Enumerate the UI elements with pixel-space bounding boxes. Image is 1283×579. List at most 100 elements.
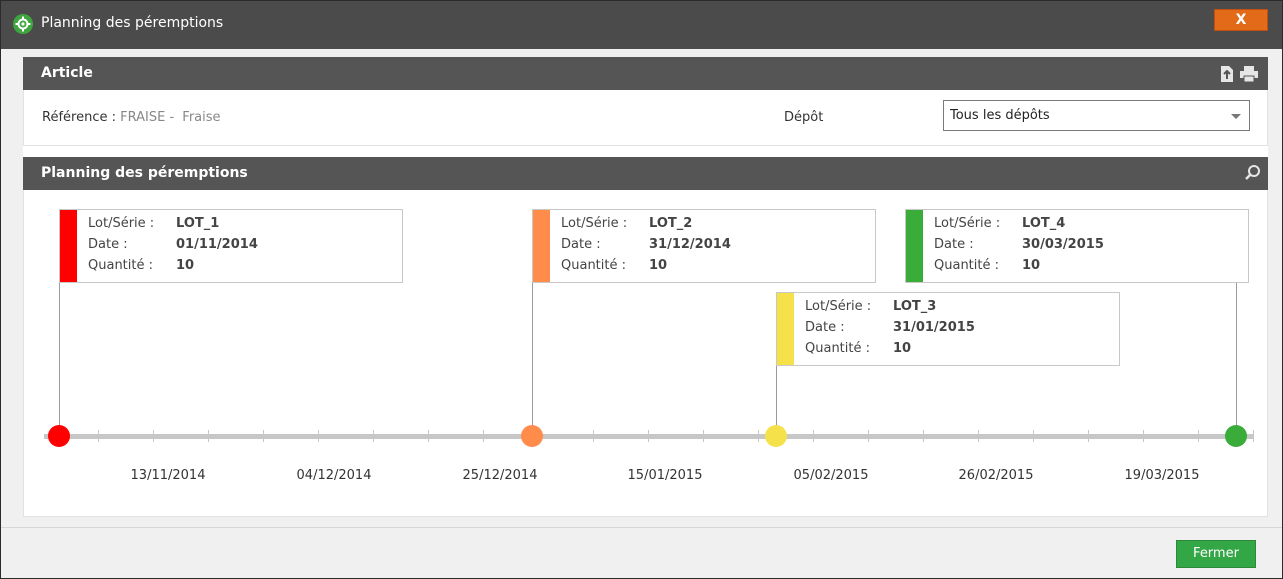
connector-lot-2: [532, 283, 533, 427]
timeline-tick: [373, 430, 374, 442]
axis-date-label: 04/12/2014: [296, 468, 372, 483]
timeline-tick: [978, 430, 979, 442]
dialog-footer: Fermer: [1, 527, 1282, 578]
timeline-tick: [868, 430, 869, 442]
date-row: Date : 31/12/2014: [561, 237, 731, 255]
qty-value: 10: [176, 258, 195, 273]
reference-code: FRAISE: [120, 110, 166, 125]
qty-row: Quantité : 10: [561, 258, 667, 276]
close-window-button[interactable]: X: [1214, 9, 1268, 31]
reference-separator: -: [169, 110, 175, 125]
axis-date-label: 13/11/2014: [130, 468, 206, 483]
axis-date-label: 26/02/2015: [958, 468, 1034, 483]
date-value: 01/11/2014: [176, 237, 258, 252]
connector-lot-1: [59, 283, 60, 427]
lot-card[interactable]: Lot/Série : LOT_2 Date : 31/12/2014 Quanti…: [532, 209, 876, 283]
lot-value: LOT_1: [176, 216, 220, 231]
qty-label: Quantité :: [88, 258, 153, 273]
date-label: Date :: [934, 237, 974, 252]
article-info-row: Référence : FRAISE - Fraise Dépôt Tous l…: [23, 90, 1268, 146]
timeline-tick: [153, 430, 154, 442]
timeline-tick: [1253, 430, 1254, 442]
timeline-tick: [593, 430, 594, 442]
depot-label: Dépôt: [784, 110, 824, 125]
article-header-title: Article: [41, 65, 93, 81]
date-label: Date :: [561, 237, 601, 252]
connector-lot-3: [776, 366, 777, 427]
timeline-tick: [1033, 430, 1034, 442]
timeline-tick: [263, 430, 264, 442]
timeline-tick: [758, 430, 759, 442]
lot-color-stripe: [60, 210, 77, 282]
title-bar: Planning des péremptions X: [1, 1, 1282, 49]
app-gear-icon: [13, 14, 33, 34]
axis-date-label: 19/03/2015: [1124, 468, 1200, 483]
lot-label: Lot/Série :: [88, 216, 155, 231]
date-row: Date : 31/01/2015: [805, 320, 975, 338]
timeline-tick: [98, 430, 99, 442]
timeline-tick: [428, 430, 429, 442]
lot-label: Lot/Série :: [805, 299, 872, 314]
depot-select-value: Tous les dépôts: [950, 108, 1050, 123]
window: Planning des péremptions X Article Référ…: [0, 0, 1283, 579]
planning-section-header: Planning des péremptions: [23, 157, 1268, 190]
qty-value: 10: [1022, 258, 1041, 273]
qty-label: Quantité :: [934, 258, 999, 273]
lot-row: Lot/Série : LOT_1: [88, 216, 219, 234]
timeline-tick: [1198, 430, 1199, 442]
timeline-tick: [648, 430, 649, 442]
search-icon[interactable]: [1244, 164, 1262, 186]
timeline-tick: [813, 430, 814, 442]
date-value: 31/01/2015: [893, 320, 975, 335]
chevron-down-icon: [1231, 114, 1241, 119]
article-section-header: Article: [23, 57, 1268, 90]
close-button[interactable]: Fermer: [1176, 540, 1256, 568]
timeline-tick: [318, 430, 319, 442]
timeline-marker-lot-4[interactable]: [1225, 425, 1247, 447]
timeline-marker-lot-3[interactable]: [765, 425, 787, 447]
lot-value: LOT_3: [893, 299, 937, 314]
date-value: 30/03/2015: [1022, 237, 1104, 252]
lot-color-stripe: [533, 210, 550, 282]
axis-date-label: 25/12/2014: [462, 468, 538, 483]
qty-value: 10: [893, 341, 912, 356]
reference-label: Référence :: [42, 110, 116, 125]
lot-row: Lot/Série : LOT_4: [934, 216, 1065, 234]
lot-card[interactable]: Lot/Série : LOT_4 Date : 30/03/2015 Quanti…: [905, 209, 1249, 283]
date-row: Date : 30/03/2015: [934, 237, 1104, 255]
reference-name: Fraise: [182, 110, 221, 125]
timeline-tick: [1088, 430, 1089, 442]
lot-label: Lot/Série :: [934, 216, 1001, 231]
timeline-axis: [44, 434, 1254, 439]
lot-card[interactable]: Lot/Série : LOT_1 Date : 01/11/2014 Quanti…: [59, 209, 403, 283]
lot-card[interactable]: Lot/Série : LOT_3 Date : 31/01/2015 Quanti…: [776, 292, 1120, 366]
print-icon[interactable]: [1239, 65, 1259, 87]
timeline-marker-lot-1[interactable]: [48, 425, 70, 447]
lot-value: LOT_2: [649, 216, 693, 231]
connector-lot-4: [1236, 283, 1237, 427]
timeline-tick: [923, 430, 924, 442]
qty-label: Quantité :: [805, 341, 870, 356]
date-label: Date :: [805, 320, 845, 335]
timeline-tick: [703, 430, 704, 442]
reference-field: Référence : FRAISE - Fraise: [42, 110, 221, 125]
qty-value: 10: [649, 258, 668, 273]
timeline-tick: [483, 430, 484, 442]
lot-row: Lot/Série : LOT_3: [805, 299, 936, 317]
timeline-tick: [1143, 430, 1144, 442]
qty-row: Quantité : 10: [805, 341, 911, 359]
qty-row: Quantité : 10: [934, 258, 1040, 276]
date-value: 31/12/2014: [649, 237, 731, 252]
axis-date-label: 15/01/2015: [627, 468, 703, 483]
export-icon[interactable]: [1219, 65, 1235, 87]
qty-row: Quantité : 10: [88, 258, 194, 276]
window-title: Planning des péremptions: [41, 15, 224, 31]
axis-date-label: 05/02/2015: [793, 468, 869, 483]
depot-select[interactable]: Tous les dépôts: [943, 100, 1250, 131]
timeline-marker-lot-2[interactable]: [521, 425, 543, 447]
planning-header-title: Planning des péremptions: [41, 165, 248, 181]
planning-area: Lot/Série : LOT_1 Date : 01/11/2014 Quanti…: [23, 190, 1268, 517]
lot-value: LOT_4: [1022, 216, 1066, 231]
lot-row: Lot/Série : LOT_2: [561, 216, 692, 234]
date-label: Date :: [88, 237, 128, 252]
